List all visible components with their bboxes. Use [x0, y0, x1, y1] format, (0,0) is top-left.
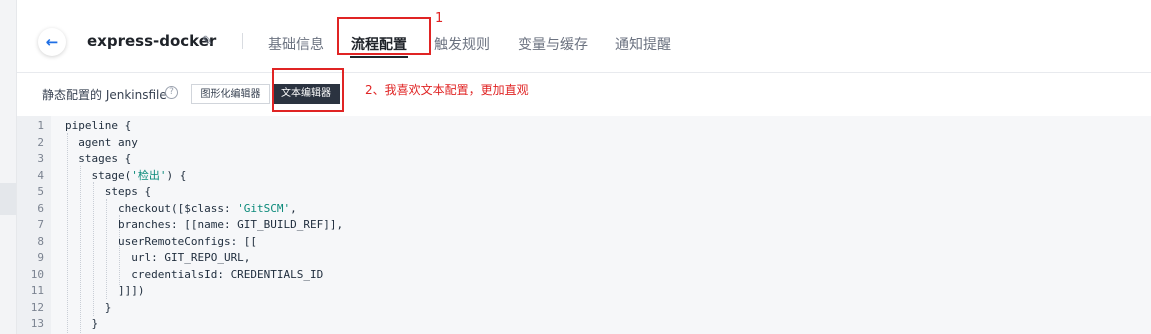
annotation-text-2: 2、我喜欢文本配置，更加直观: [365, 83, 529, 97]
code-text: credentialsId: CREDENTIALS_ID: [65, 267, 324, 281]
code-text: steps {: [65, 185, 152, 198]
header-divider: [242, 33, 243, 49]
code-text: stage('检出') {: [65, 168, 187, 182]
code-text: agent any: [65, 135, 138, 149]
line-number: 4: [37, 168, 44, 182]
line-number: 2: [37, 135, 44, 149]
code-line[interactable]: 12 }: [17, 300, 1117, 317]
line-number: 10: [30, 267, 44, 281]
code-editor[interactable]: 1 pipeline {2 agent any 3 stages {4 stage(…: [17, 116, 1151, 334]
code-text: stages {: [65, 152, 132, 165]
code-line[interactable]: 10 credentialsId: CREDENTIALS_ID: [17, 267, 1117, 284]
code-line[interactable]: 4 stage('检出') {: [17, 168, 1117, 185]
code-line[interactable]: 1 pipeline {: [17, 118, 1117, 135]
line-number: 12: [30, 300, 44, 314]
line-number: 9: [37, 251, 44, 264]
tab-basic-info[interactable]: 基础信息: [268, 34, 324, 54]
code-text: url: GIT_REPO_URL,: [65, 251, 251, 264]
line-number: 5: [37, 185, 44, 198]
code-text: }: [65, 300, 112, 314]
code-line[interactable]: 7 branches: [[name: GIT_BUILD_REF]],: [17, 217, 1117, 234]
code-line[interactable]: 2 agent any: [17, 135, 1117, 152]
code-text: ]]]): [65, 284, 145, 297]
code-line[interactable]: 8 userRemoteConfigs: [[: [17, 234, 1117, 251]
tab-trigger-rules[interactable]: 触发规则: [434, 34, 490, 54]
code-line[interactable]: 5 steps {: [17, 184, 1117, 201]
line-number: 3: [37, 152, 44, 165]
annotation-box-text-editor: [272, 68, 344, 112]
help-icon[interactable]: ?: [165, 86, 178, 99]
line-number: 8: [37, 234, 44, 248]
code-text: branches: [[name: GIT_BUILD_REF]],: [65, 218, 344, 231]
annotation-box-tab: [337, 17, 431, 55]
back-button[interactable]: ←: [38, 28, 66, 56]
graphic-editor-button[interactable]: 图形化编辑器: [191, 84, 270, 104]
code-text: }: [65, 317, 99, 330]
line-number: 7: [37, 218, 44, 231]
active-tab-indicator: [350, 56, 408, 58]
sidebar-active-marker: [0, 183, 16, 215]
annotation-number-1: 1: [435, 11, 444, 26]
line-number: 6: [37, 201, 44, 215]
jenkinsfile-label: 静态配置的 Jenkinsfile: [42, 88, 167, 102]
tab-notifications[interactable]: 通知提醒: [615, 34, 671, 54]
code-line[interactable]: 9 url: GIT_REPO_URL,: [17, 250, 1117, 267]
line-number: 1: [37, 119, 44, 132]
code-text: checkout([$class: 'GitSCM',: [65, 201, 297, 215]
arrow-left-icon: ←: [45, 33, 59, 51]
edit-icon[interactable]: ✎: [202, 34, 213, 49]
code-text: pipeline {: [65, 119, 132, 132]
code-line[interactable]: 3 stages {: [17, 151, 1117, 168]
tab-variables-cache[interactable]: 变量与缓存: [518, 34, 588, 54]
line-number: 13: [30, 317, 44, 330]
left-sidebar-strip: [0, 0, 17, 334]
line-number: 11: [30, 284, 44, 297]
project-title: express-docker: [87, 32, 217, 50]
code-line[interactable]: 13 }: [17, 316, 1117, 333]
code-text: userRemoteConfigs: [[: [65, 234, 258, 248]
editor-toolbar: [17, 73, 1151, 116]
code-line[interactable]: 6 checkout([$class: 'GitSCM',: [17, 201, 1117, 218]
code-line[interactable]: 11 ]]]): [17, 283, 1117, 300]
